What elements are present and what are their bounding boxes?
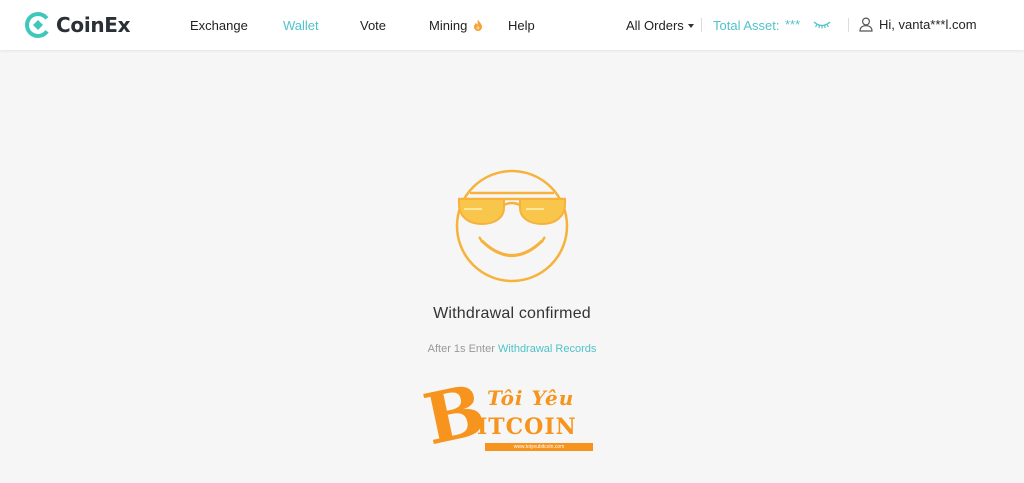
sunglasses-smiley-icon xyxy=(455,169,569,283)
redirect-hint-text: After 1s Enter xyxy=(427,343,498,355)
all-orders-label: All Orders xyxy=(626,18,684,33)
withdrawal-records-link[interactable]: Withdrawal Records xyxy=(498,343,596,355)
user-greeting[interactable]: Hi, vanta***l.com xyxy=(879,17,977,32)
watermark-line-2: ITCOIN xyxy=(477,414,577,440)
coinex-logo-icon xyxy=(25,12,51,38)
coinex-logo[interactable]: CoinEx xyxy=(24,11,131,39)
nav-help[interactable]: Help xyxy=(508,18,535,33)
chevron-down-icon xyxy=(687,24,694,28)
all-orders-dropdown[interactable]: All Orders xyxy=(626,18,694,33)
brand-name: CoinEx xyxy=(56,13,131,37)
header-divider xyxy=(848,18,849,32)
nav-mining-label: Mining xyxy=(429,18,468,33)
fire-icon xyxy=(473,19,482,31)
withdrawal-confirmed-title: Withdrawal confirmed xyxy=(433,305,591,322)
total-asset-value: *** xyxy=(785,17,801,32)
user-icon xyxy=(859,17,873,32)
header-divider xyxy=(701,18,702,32)
nav-vote[interactable]: Vote xyxy=(360,18,386,33)
eye-closed-icon[interactable] xyxy=(813,17,831,31)
total-asset-label: Total Asset: xyxy=(713,18,780,33)
nav-mining[interactable]: Mining xyxy=(429,18,483,33)
watermark-url: www.toiyeubitcoin.com xyxy=(485,443,593,451)
top-navigation-bar: CoinEx Exchange Wallet Vote Mining Help … xyxy=(0,0,1024,50)
redirect-hint: After 1s Enter Withdrawal Records xyxy=(0,343,1024,355)
nav-exchange[interactable]: Exchange xyxy=(190,18,248,33)
watermark-line-1: Tôi Yêu xyxy=(487,386,575,410)
watermark-logo: B Tôi Yêu ITCOIN www.toiyeubitcoin.com xyxy=(417,368,600,461)
nav-wallet[interactable]: Wallet xyxy=(283,18,319,33)
